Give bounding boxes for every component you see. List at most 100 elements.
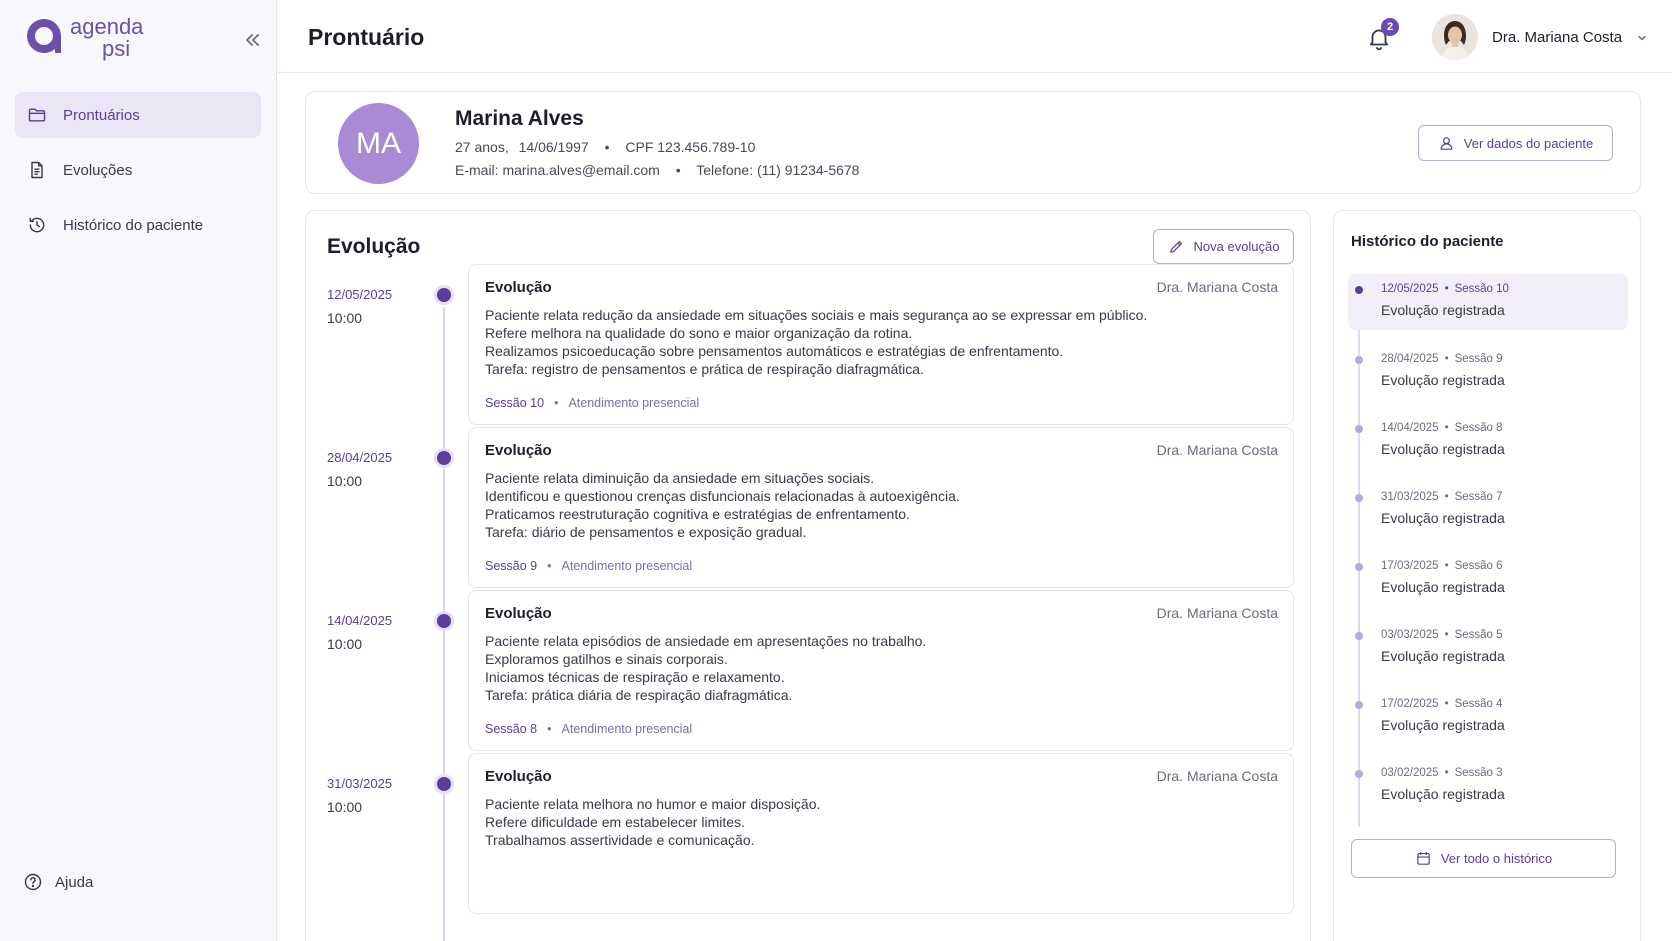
help-link[interactable]: Ajuda <box>23 872 93 892</box>
history-text: Evolução registrada <box>1381 510 1505 526</box>
history-session: Sessão 9 <box>1454 353 1503 365</box>
sidebar: agenda psi Prontuários Evoluções Históri… <box>0 0 277 941</box>
sidebar-item-historico[interactable]: Histórico do paciente <box>15 202 261 248</box>
evolution-meta: Sessão 8 • Atendimento presencial <box>485 722 692 736</box>
entry-date: 31/03/2025 <box>327 776 393 791</box>
history-title: Histórico do paciente <box>1351 233 1504 250</box>
evolution-note-line: Tarefa: prática diária de respiração dia… <box>485 687 793 703</box>
patient-age: 27 anos, <box>455 139 509 155</box>
chevron-down-icon[interactable] <box>1636 32 1648 44</box>
evolution-note-line: Tarefa: diário de pensamentos e exposiçã… <box>485 524 807 540</box>
evolution-note-line: Paciente relata melhora no humor e maior… <box>485 796 821 812</box>
patient-name: Marina Alves <box>455 107 584 130</box>
history-text: Evolução registrada <box>1381 441 1505 457</box>
evolution-note-line: Praticamos reestruturação cognitiva e es… <box>485 506 910 522</box>
history-dot <box>1355 701 1363 709</box>
history-meta: 28/04/2025 • Sessão 9 <box>1381 353 1503 365</box>
evolution-card-title: Evolução <box>485 605 552 622</box>
help-label: Ajuda <box>55 873 94 891</box>
view-patient-data-label: Ver dados do paciente <box>1463 135 1594 151</box>
evolution-author: Dra. Mariana Costa <box>1156 768 1278 784</box>
evolution-author: Dra. Mariana Costa <box>1156 279 1278 295</box>
separator-dot: • <box>1444 283 1449 295</box>
history-meta: 12/05/2025 • Sessão 10 <box>1381 283 1509 295</box>
brand-logo[interactable]: agenda psi <box>24 16 143 60</box>
history-dot <box>1355 632 1363 640</box>
history-session: Sessão 6 <box>1454 560 1503 572</box>
history-date: 14/04/2025 <box>1381 422 1439 434</box>
patient-birth-date: 14/06/1997 <box>518 139 589 155</box>
evolution-author: Dra. Mariana Costa <box>1156 605 1278 621</box>
history-item[interactable]: 31/03/2025 • Sessão 7 Evolução registrada <box>1348 482 1628 538</box>
evolution-note-line: Iniciamos técnicas de respiração e relax… <box>485 669 785 685</box>
sidebar-item-label: Prontuários <box>63 106 140 124</box>
patient-email: E-mail: marina.alves@email.com <box>455 162 660 178</box>
evolution-card[interactable]: Evolução Dra. Mariana Costa Paciente rel… <box>468 753 1294 914</box>
history-item[interactable]: 17/02/2025 • Sessão 4 Evolução registrada <box>1348 689 1628 745</box>
evolution-note-line: Paciente relata episódios de ansiedade e… <box>485 633 927 649</box>
separator-dot: • <box>554 396 559 410</box>
top-header: Prontuário 2 Dra. Mariana Costa <box>278 0 1672 73</box>
timeline-dot <box>437 614 451 628</box>
new-evolution-label: Nova evolução <box>1193 239 1280 254</box>
new-evolution-button[interactable]: Nova evolução <box>1153 229 1294 264</box>
evolution-card-title: Evolução <box>485 279 552 296</box>
evolution-note-line: Paciente relata diminuição da ansiedade … <box>485 470 875 486</box>
history-item[interactable]: 03/02/2025 • Sessão 3 Evolução registrada <box>1348 758 1628 814</box>
history-icon <box>29 217 45 233</box>
user-icon <box>1440 136 1453 150</box>
evolution-card[interactable]: Evolução Dra. Mariana Costa Paciente rel… <box>468 590 1294 751</box>
view-all-history-label: Ver todo o histórico <box>1440 851 1553 866</box>
evolution-note-line: Realizamos psicoeducação sobre pensament… <box>485 343 1064 359</box>
patient-basic-info: 27 anos, 14/06/1997 • CPF 123.456.789-10 <box>455 139 755 155</box>
history-item[interactable]: 03/03/2025 • Sessão 5 Evolução registrada <box>1348 620 1628 676</box>
history-dot <box>1355 770 1363 778</box>
separator-dot: • <box>1444 698 1449 710</box>
history-item[interactable]: 17/03/2025 • Sessão 6 Evolução registrada <box>1348 551 1628 607</box>
history-meta: 17/02/2025 • Sessão 4 <box>1381 698 1503 710</box>
history-session: Sessão 5 <box>1454 629 1503 641</box>
history-text: Evolução registrada <box>1381 786 1505 802</box>
history-date: 17/02/2025 <box>1381 698 1439 710</box>
patient-avatar: MA <box>338 103 419 184</box>
separator-dot: • <box>1444 767 1449 779</box>
sidebar-item-prontuarios[interactable]: Prontuários <box>15 92 261 138</box>
entry-date: 28/04/2025 <box>327 450 393 465</box>
evolution-notes: Paciente relata melhora no humor e maior… <box>485 795 820 849</box>
evolution-note-line: Refere dificuldade em estabelecer limite… <box>485 814 745 830</box>
history-text: Evolução registrada <box>1381 648 1505 664</box>
help-icon <box>24 873 42 891</box>
brand-line1: agenda <box>70 14 144 39</box>
evolution-notes: Paciente relata redução da ansiedade em … <box>485 306 1147 378</box>
history-item[interactable]: 14/04/2025 • Sessão 8 Evolução registrada <box>1348 413 1628 469</box>
separator-dot: • <box>1444 422 1449 434</box>
user-name[interactable]: Dra. Mariana Costa <box>1492 29 1622 46</box>
history-date: 03/02/2025 <box>1381 767 1439 779</box>
user-avatar[interactable] <box>1432 14 1478 60</box>
brand-name: agenda psi <box>70 16 143 60</box>
page-title: Prontuário <box>308 24 425 50</box>
evolution-card[interactable]: Evolução Dra. Mariana Costa Paciente rel… <box>468 264 1294 425</box>
collapse-sidebar-icon[interactable] <box>240 28 264 52</box>
evolution-title: Evolução <box>327 235 421 258</box>
evolution-card-title: Evolução <box>485 768 552 785</box>
view-all-history-button[interactable]: Ver todo o histórico <box>1351 839 1616 878</box>
view-patient-data-button[interactable]: Ver dados do paciente <box>1418 125 1613 161</box>
history-item[interactable]: 12/05/2025 • Sessão 10 Evolução registrada <box>1348 274 1628 330</box>
notification-badge: 2 <box>1381 18 1399 36</box>
history-date: 12/05/2025 <box>1381 283 1439 295</box>
history-session: Sessão 10 <box>1454 283 1509 295</box>
sidebar-item-evolucoes[interactable]: Evoluções <box>15 147 261 193</box>
attendance-mode: Atendimento presencial <box>561 722 693 736</box>
separator-dot: • <box>547 559 552 573</box>
evolution-card[interactable]: Evolução Dra. Mariana Costa Paciente rel… <box>468 427 1294 588</box>
entry-time: 10:00 <box>327 310 363 326</box>
entry-time: 10:00 <box>327 473 363 489</box>
evolution-notes: Paciente relata diminuição da ansiedade … <box>485 469 960 541</box>
history-text: Evolução registrada <box>1381 579 1505 595</box>
session-number: Sessão 10 <box>485 396 545 410</box>
session-number: Sessão 8 <box>485 722 538 736</box>
history-meta: 03/02/2025 • Sessão 3 <box>1381 767 1503 779</box>
history-session: Sessão 4 <box>1454 698 1503 710</box>
history-item[interactable]: 28/04/2025 • Sessão 9 Evolução registrada <box>1348 344 1628 400</box>
